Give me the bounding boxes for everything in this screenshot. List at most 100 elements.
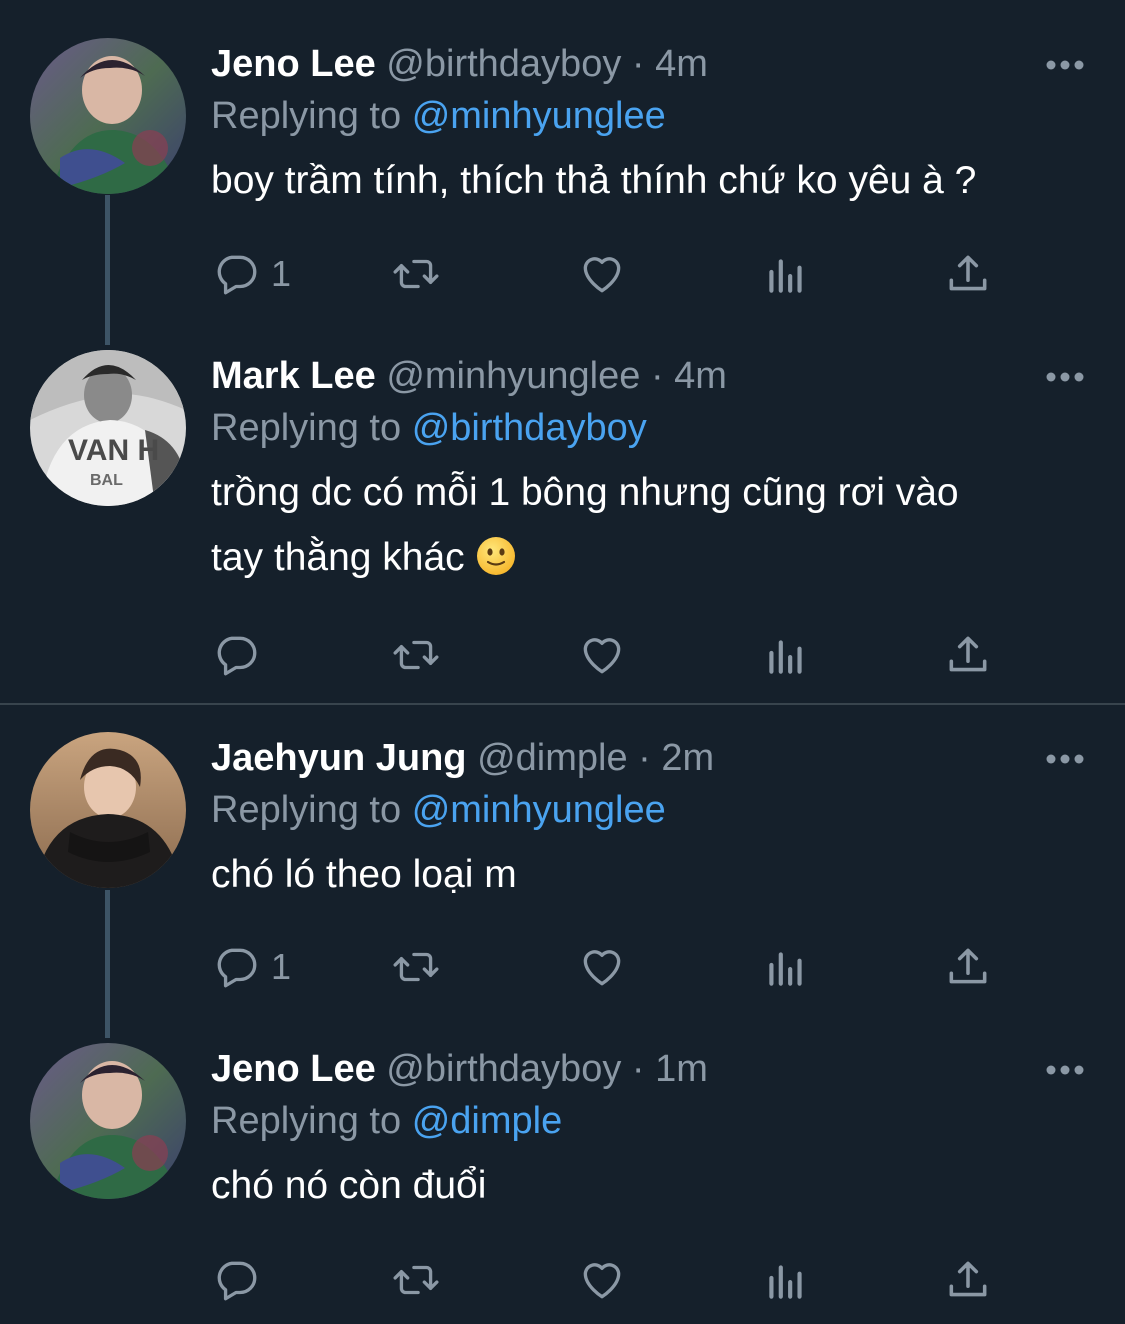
tweet[interactable]: Jaehyun Jung @dimple · 2m Replying to @m… — [0, 705, 1125, 1035]
replying-to-mention[interactable]: @minhyunglee — [412, 95, 666, 137]
author-handle[interactable]: @minhyunglee — [386, 355, 640, 397]
retweet-button[interactable] — [391, 244, 441, 304]
more-icon[interactable] — [1045, 752, 1085, 766]
author-handle[interactable]: @birthdayboy — [386, 1048, 621, 1090]
analytics-button[interactable] — [761, 625, 811, 685]
like-icon — [583, 1263, 621, 1299]
more-icon[interactable] — [1045, 58, 1085, 72]
analytics-icon — [769, 259, 802, 293]
retweet-button[interactable] — [391, 625, 441, 685]
retweet-icon — [393, 1265, 439, 1295]
avatar[interactable] — [30, 732, 186, 888]
avatar-image: VAN H BAL — [30, 350, 186, 506]
avatar-image — [30, 732, 186, 888]
tweet-actions — [211, 1250, 1001, 1310]
avatar[interactable]: VAN H BAL — [30, 350, 186, 506]
like-button[interactable] — [577, 1250, 627, 1310]
retweet-icon — [393, 259, 439, 289]
separator-dot: · — [631, 43, 645, 85]
like-icon — [583, 638, 621, 674]
replying-to: Replying to @minhyunglee — [211, 90, 1095, 142]
analytics-icon — [769, 1265, 802, 1299]
share-icon — [949, 948, 987, 984]
avatar[interactable] — [30, 1043, 186, 1199]
replying-to-mention[interactable]: @minhyunglee — [412, 789, 666, 831]
tweet-text-line: boy trầm tính, thích thả thính chứ ko yê… — [211, 159, 977, 202]
tweet-text: boy trầm tính, thích thả thính chứ ko yê… — [211, 148, 1095, 213]
tweet-text: trồng dc có mỗi 1 bông nhưng cũng rơi và… — [211, 460, 1095, 590]
share-button[interactable] — [943, 1250, 993, 1310]
like-button[interactable] — [577, 625, 627, 685]
author-name[interactable]: Jeno Lee — [211, 1048, 376, 1090]
tweet-text: chó nó còn đuổi — [211, 1153, 1095, 1218]
tweet-actions: 1 — [211, 244, 1001, 304]
avatar-image — [30, 38, 186, 194]
analytics-button[interactable] — [761, 244, 811, 304]
like-icon — [583, 257, 621, 293]
replying-to-label: Replying to — [211, 407, 402, 449]
tweet-text-line: trồng dc có mỗi 1 bông nhưng cũng rơi và… — [211, 471, 959, 514]
replying-to-label: Replying to — [211, 1100, 402, 1142]
avatar-image — [30, 1043, 186, 1199]
retweet-icon — [393, 952, 439, 982]
reply-icon — [217, 636, 257, 676]
reply-button[interactable]: 1 — [211, 244, 291, 304]
reply-button[interactable]: 1 — [211, 937, 291, 997]
replying-to-label: Replying to — [211, 789, 402, 831]
like-icon — [583, 950, 621, 986]
retweet-icon — [393, 640, 439, 670]
tweet-actions: 1 — [211, 937, 1001, 997]
tweet[interactable]: VAN H BAL Mark Lee @minhyunglee · 4m Rep… — [0, 340, 1125, 704]
timestamp[interactable]: 1m — [655, 1048, 708, 1090]
tweet-actions — [211, 625, 1001, 685]
share-button[interactable] — [943, 244, 993, 304]
tweet-text-line-wrap: tay thằng khác — [211, 525, 1095, 590]
tweet-text-line: tay thằng khác — [211, 536, 465, 579]
replying-to-mention[interactable]: @birthdayboy — [412, 407, 647, 449]
timestamp[interactable]: 4m — [674, 355, 727, 397]
reply-count: 1 — [271, 946, 292, 987]
retweet-button[interactable] — [391, 937, 441, 997]
avatar[interactable] — [30, 38, 186, 194]
tweet-header: Mark Lee @minhyunglee · 4m — [211, 350, 1095, 402]
share-icon — [949, 255, 987, 291]
conversation-timeline: Jeno Lee @birthdayboy · 4m Replying to @… — [0, 0, 1125, 1324]
author-handle[interactable]: @dimple — [477, 737, 628, 779]
tweet-text: chó ló theo loại m — [211, 842, 1095, 907]
more-icon[interactable] — [1045, 370, 1085, 384]
reply-icon — [217, 1261, 257, 1301]
replying-to-mention[interactable]: @dimple — [412, 1100, 563, 1142]
tweet-header: Jaehyun Jung @dimple · 2m — [211, 732, 1095, 784]
timestamp[interactable]: 4m — [655, 43, 708, 85]
tweet[interactable]: Jeno Lee @birthdayboy · 4m Replying to @… — [0, 0, 1125, 340]
like-button[interactable] — [577, 937, 627, 997]
share-button[interactable] — [943, 625, 993, 685]
separator-dot: · — [650, 355, 664, 397]
analytics-icon — [769, 952, 802, 986]
reply-icon — [217, 948, 257, 988]
share-button[interactable] — [943, 937, 993, 997]
share-icon — [949, 1261, 987, 1297]
author-name[interactable]: Jaehyun Jung — [211, 737, 467, 779]
separator-dot: · — [638, 737, 651, 779]
timestamp[interactable]: 2m — [661, 737, 714, 779]
replying-to-label: Replying to — [211, 95, 402, 137]
like-button[interactable] — [577, 244, 627, 304]
analytics-button[interactable] — [761, 937, 811, 997]
author-handle[interactable]: @birthdayboy — [386, 43, 621, 85]
analytics-button[interactable] — [761, 1250, 811, 1310]
svg-text:VAN H: VAN H — [68, 434, 159, 467]
reply-button[interactable] — [211, 1250, 271, 1310]
more-icon[interactable] — [1045, 1063, 1085, 1077]
analytics-icon — [769, 640, 802, 674]
author-name[interactable]: Mark Lee — [211, 355, 376, 397]
tweet-header: Jeno Lee @birthdayboy · 1m — [211, 1043, 1095, 1095]
tweet[interactable]: Jeno Lee @birthdayboy · 1m Replying to @… — [0, 1035, 1125, 1324]
tweet-text-line: chó ló theo loại m — [211, 853, 517, 896]
replying-to: Replying to @minhyunglee — [211, 784, 1095, 836]
reply-button[interactable] — [211, 625, 271, 685]
retweet-button[interactable] — [391, 1250, 441, 1310]
tweet-header: Jeno Lee @birthdayboy · 4m — [211, 38, 1095, 90]
author-name[interactable]: Jeno Lee — [211, 43, 376, 85]
reply-icon — [217, 255, 257, 295]
